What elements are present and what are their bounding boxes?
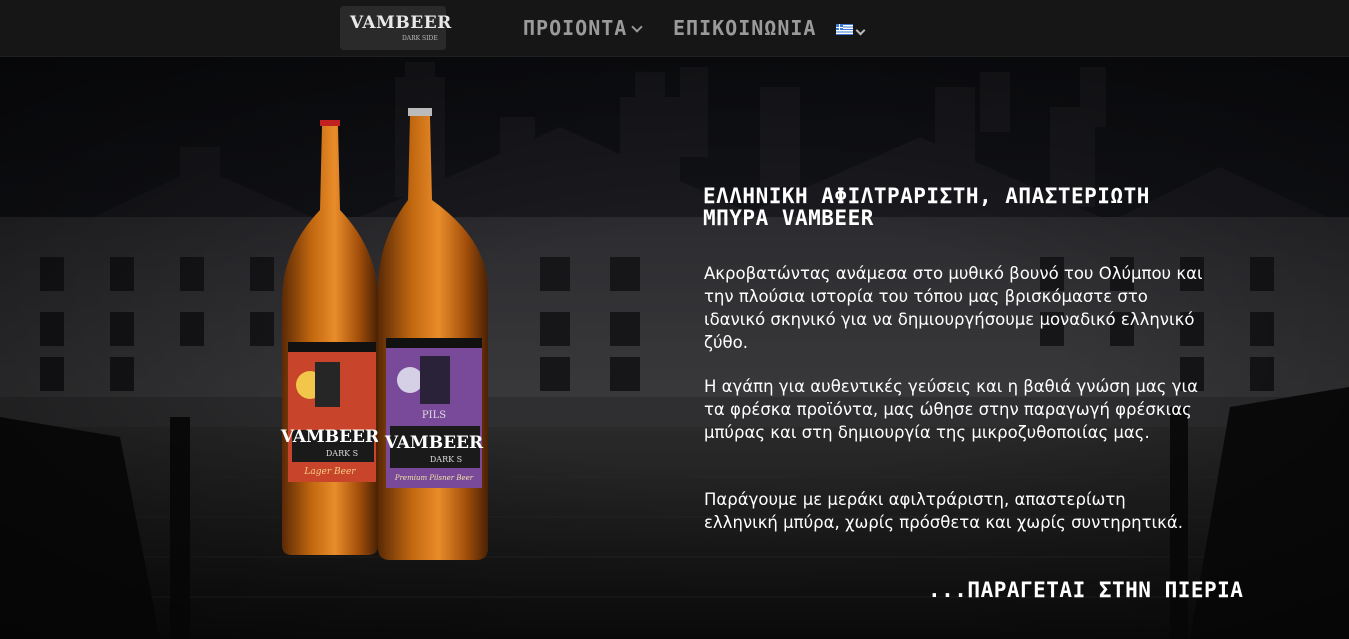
nav-contact-link[interactable]: ΕΠΙΚΟΙΝΩΝΙΑ	[673, 14, 816, 42]
chevron-down-icon	[631, 21, 643, 33]
pils-style: PILS	[422, 410, 446, 421]
lager-bottle: VAMBEER DARK S Lager Beer	[280, 120, 380, 555]
hero-footline: ...ΠΑΡΑΓΕΤΑΙ ΣΤΗΝ ΠΙΕΡΙΑ	[928, 578, 1244, 602]
greek-flag-icon	[836, 24, 853, 35]
language-switcher[interactable]	[836, 22, 866, 36]
pils-sub: DARK S	[430, 455, 462, 464]
chevron-down-icon	[855, 25, 866, 36]
hero-headline: ΕΛΛΗΝΙΚΗ ΑΦΙΛΤΡΑΡΙΣΤΗ, ΑΠΑΣΤΕΡΙΩΤΗ ΜΠΥΡΑ…	[703, 184, 1150, 230]
lager-sub: DARK S	[326, 449, 358, 458]
hero-paragraph-2: Η αγάπη για αυθεντικές γεύσεις και η βαθ…	[704, 377, 1198, 442]
hero-paragraph-1: Ακροβατώντας ανάμεσα στο μυθικό βουνό το…	[704, 264, 1203, 352]
top-navbar: VAMBEER DARK SIDE ΠΡΟΙΟΝΤΑ ΕΠΙΚΟΙΝΩΝΙΑ	[0, 0, 1349, 57]
pils-bottle: PILS VAMBEER DARK S Premium Pilsner Beer	[378, 108, 488, 560]
nav-products-label: ΠΡΟΙΟΝΤΑ	[523, 16, 628, 40]
hero-paragraph-3: Παράγουμε με μεράκι αφιλτράριστη, απαστε…	[704, 490, 1183, 532]
logo-subtext: DARK SIDE	[402, 35, 438, 42]
nav-products-menu[interactable]: ΠΡΟΙΟΝΤΑ	[523, 14, 643, 42]
nav-contact-label: ΕΠΙΚΟΙΝΩΝΙΑ	[673, 16, 817, 40]
beer-bottles-image: VAMBEER DARK S Lager Beer PILS VAMBEER D…	[280, 108, 488, 560]
lager-brand: VAMBEER	[280, 427, 380, 447]
vambeer-logo[interactable]: VAMBEER DARK SIDE	[340, 6, 452, 50]
pils-brand: VAMBEER	[384, 433, 484, 453]
pils-type: Premium Pilsner Beer	[394, 474, 474, 482]
lager-type: Lager Beer	[303, 467, 356, 477]
logo-text: VAMBEER	[350, 13, 452, 33]
